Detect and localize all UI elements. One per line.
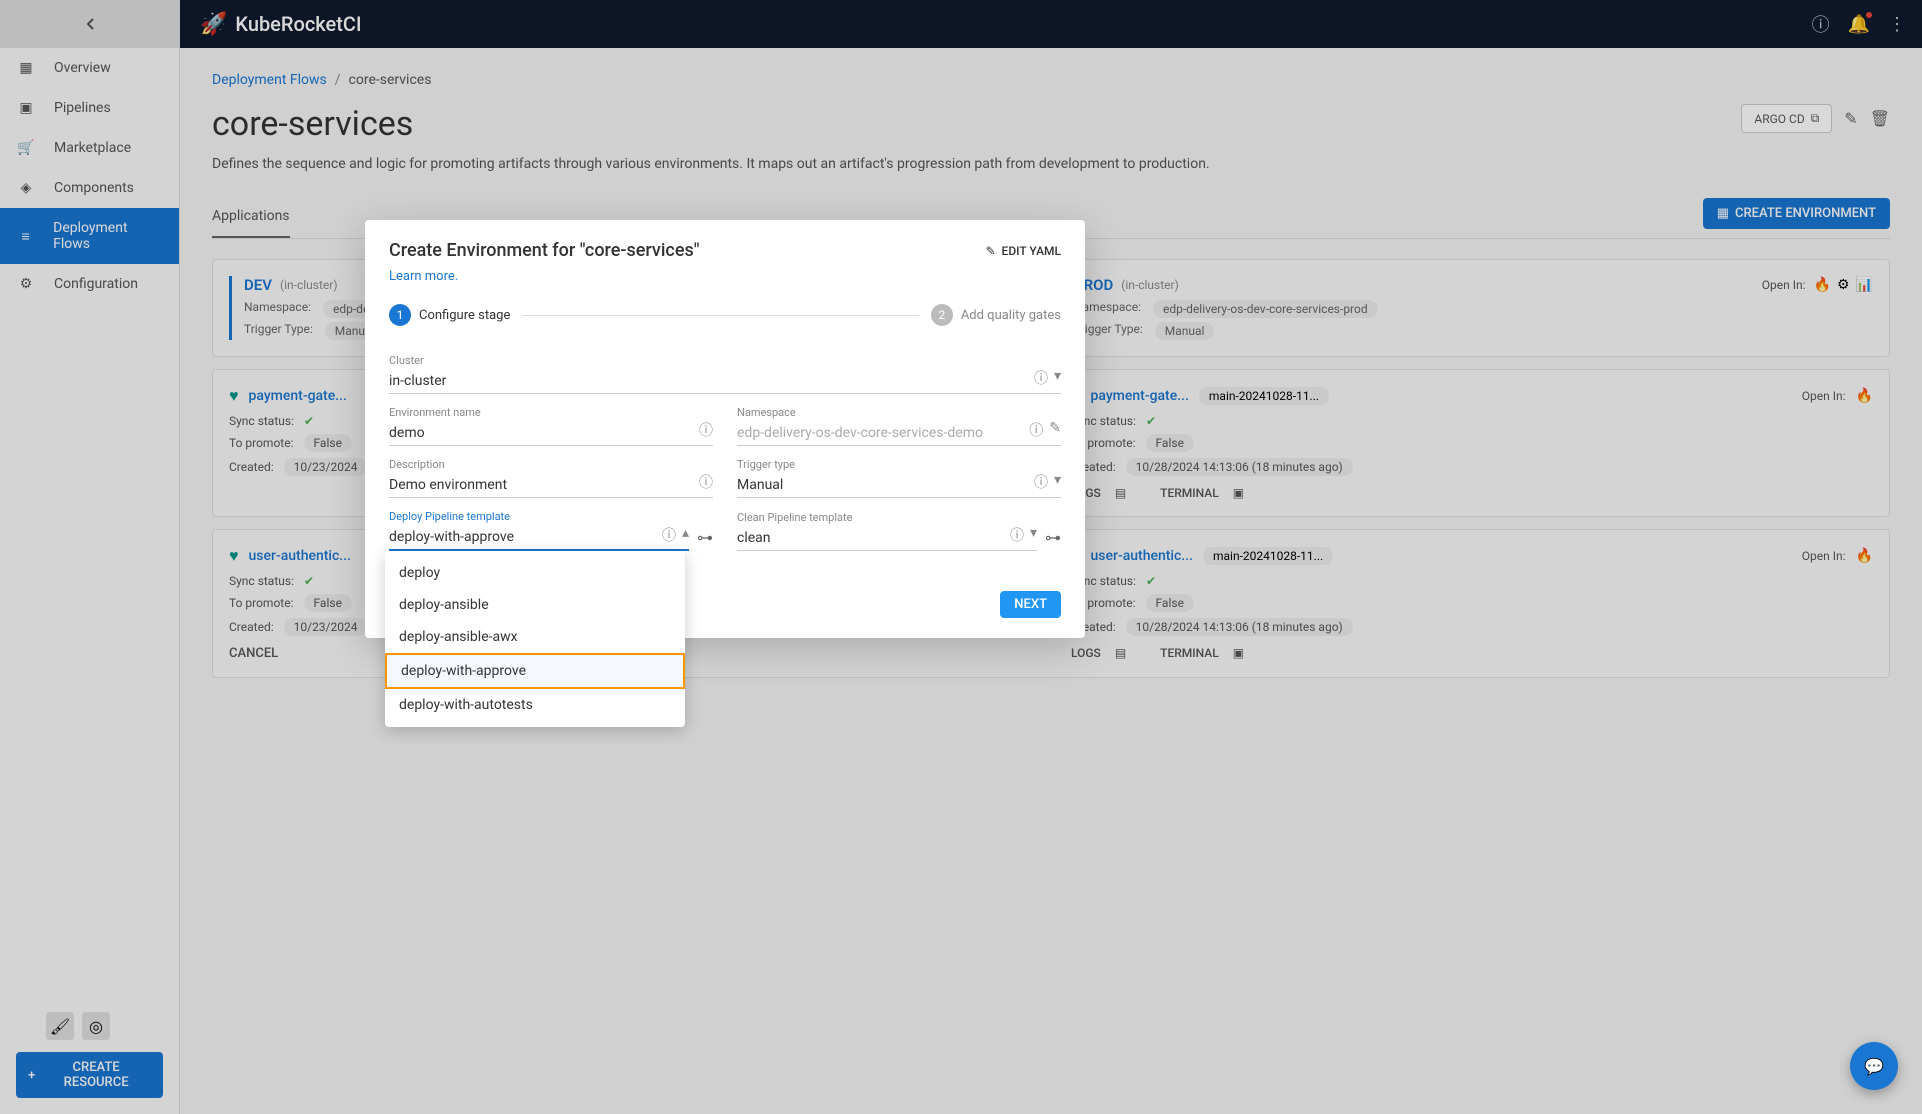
- deploy-pipeline-graph-icon[interactable]: ⊶: [697, 528, 713, 547]
- dropdown-item-deploy-ansible[interactable]: deploy-ansible: [385, 589, 685, 621]
- info-icon[interactable]: ⓘ: [699, 420, 713, 440]
- chat-icon: 💬: [1864, 1057, 1884, 1076]
- clean-pipeline-graph-icon[interactable]: ⊶: [1045, 528, 1061, 547]
- chat-fab[interactable]: 💬: [1850, 1042, 1898, 1090]
- trigger-label: Trigger type: [737, 458, 1061, 471]
- deploy-template-select[interactable]: [389, 525, 689, 551]
- deploy-template-dropdown: deploy deploy-ansible deploy-ansible-awx…: [385, 551, 685, 727]
- clean-template-label: Clean Pipeline template: [737, 511, 1037, 524]
- info-icon[interactable]: ⓘ: [1034, 368, 1048, 388]
- dropdown-item-deploy-ansible-awx[interactable]: deploy-ansible-awx: [385, 621, 685, 653]
- env-name-label: Environment name: [389, 406, 713, 419]
- info-icon[interactable]: ⓘ: [1029, 420, 1043, 440]
- desc-label: Description: [389, 458, 713, 471]
- dropdown-item-deploy[interactable]: deploy: [385, 557, 685, 589]
- env-name-input[interactable]: [389, 421, 713, 446]
- trigger-select[interactable]: [737, 473, 1061, 498]
- chevron-down-icon[interactable]: ▾: [1054, 472, 1061, 492]
- pencil-icon: ✎: [985, 244, 995, 258]
- chevron-down-icon[interactable]: ▾: [1054, 368, 1061, 388]
- modal-title: Create Environment for "core-services": [389, 240, 699, 261]
- step-1-badge: 1: [389, 304, 411, 326]
- step-2-badge: 2: [931, 304, 953, 326]
- dropdown-item-deploy-with-approve[interactable]: deploy-with-approve: [385, 653, 685, 689]
- cluster-label: Cluster: [389, 354, 1061, 367]
- cluster-select[interactable]: [389, 369, 1061, 394]
- namespace-label: Namespace: [737, 406, 1061, 419]
- pencil-icon[interactable]: ✎: [1049, 420, 1061, 440]
- deploy-template-label: Deploy Pipeline template: [389, 510, 689, 523]
- next-button[interactable]: NEXT: [1000, 591, 1061, 618]
- dropdown-item-deploy-with-autotests[interactable]: deploy-with-autotests: [385, 689, 685, 721]
- clean-template-select[interactable]: [737, 526, 1037, 551]
- info-icon[interactable]: ⓘ: [1034, 472, 1048, 492]
- stepper: 1Configure stage 2Add quality gates: [389, 304, 1061, 326]
- info-icon[interactable]: ⓘ: [662, 525, 676, 545]
- chevron-down-icon[interactable]: ▾: [1030, 525, 1037, 545]
- desc-input[interactable]: [389, 473, 713, 498]
- learn-more-link[interactable]: Learn more.: [389, 269, 1061, 284]
- chevron-up-icon[interactable]: ▴: [682, 525, 689, 545]
- namespace-input[interactable]: [737, 421, 1061, 446]
- info-icon[interactable]: ⓘ: [699, 472, 713, 492]
- info-icon[interactable]: ⓘ: [1010, 525, 1024, 545]
- edit-yaml-button[interactable]: ✎EDIT YAML: [985, 244, 1061, 258]
